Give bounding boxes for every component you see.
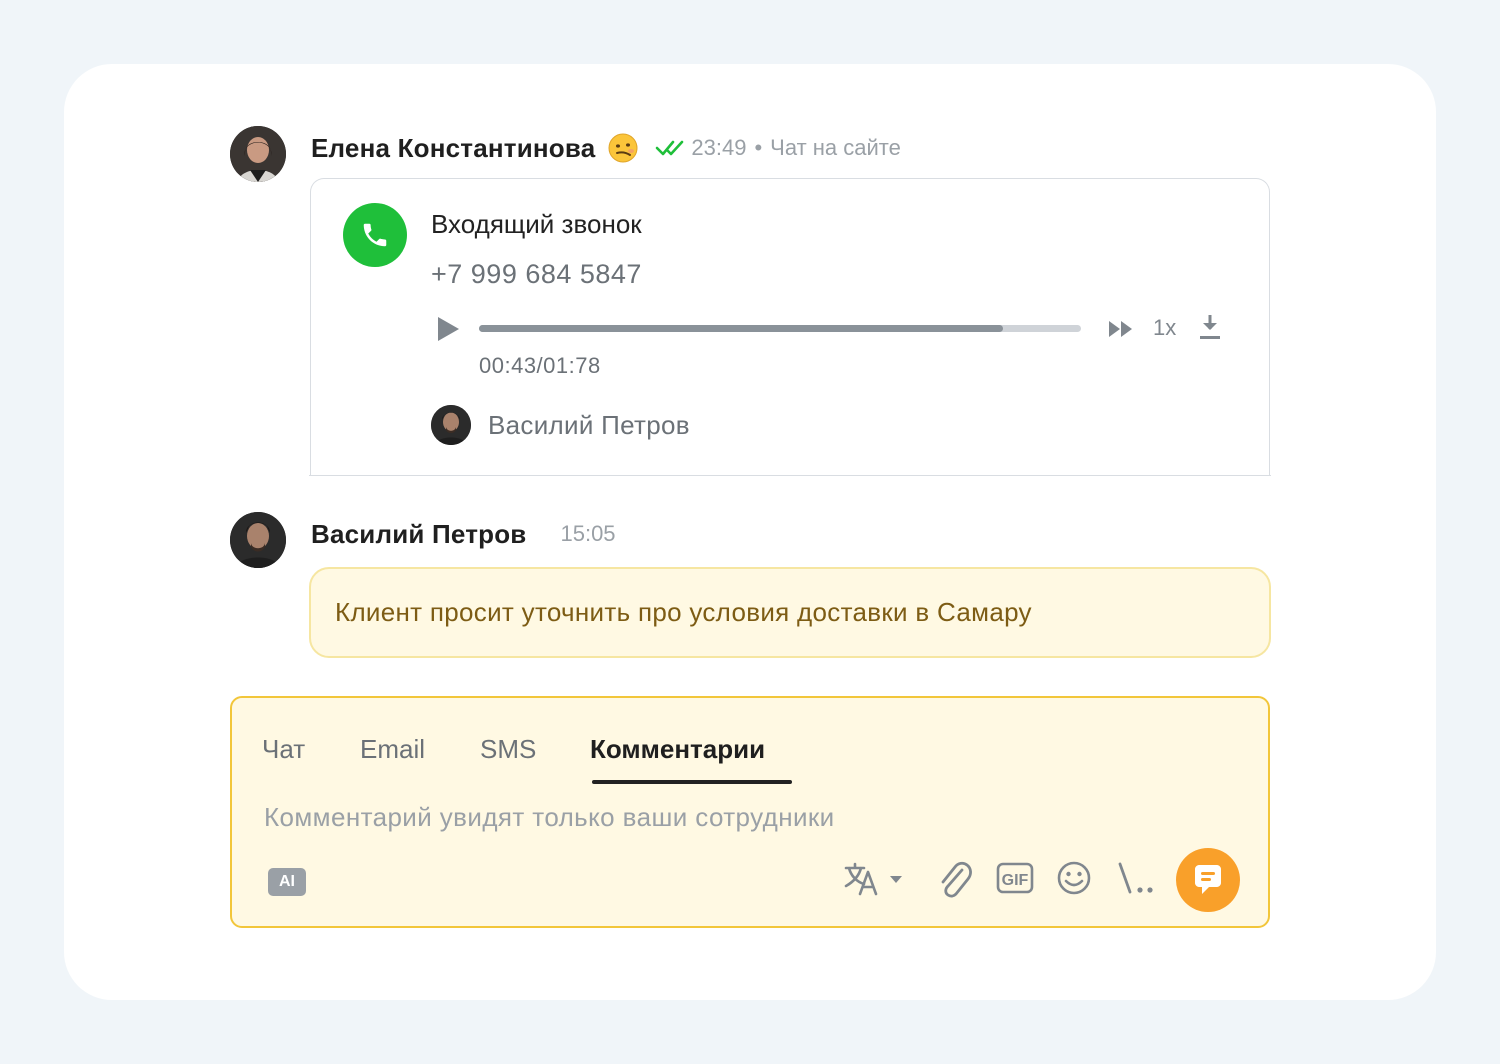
avatar-agent[interactable]	[431, 405, 471, 445]
audio-time: 00:43/01:78	[479, 353, 601, 378]
avatar-elena[interactable]	[230, 126, 286, 182]
audio-progress-bar[interactable]	[479, 325, 1081, 332]
comment-send-icon	[1195, 865, 1221, 894]
active-tab-indicator	[592, 780, 792, 784]
translate-icon[interactable]	[844, 860, 906, 898]
message-time: 15:05	[560, 521, 616, 546]
message-header: Елена Константинова 23:49 • Чат на сайте	[311, 130, 901, 166]
quick-reply-icon[interactable]	[1116, 860, 1156, 896]
incoming-call-card: Входящий звонок +7 999 684 5847 1x 00:43…	[309, 178, 1271, 476]
call-agent-name: Василий Петров	[488, 410, 690, 440]
comment-text: Клиент просит уточнить про условия доста…	[335, 597, 1032, 627]
avatar-vasily[interactable]	[230, 512, 286, 568]
tab-chat[interactable]: Чат	[262, 734, 305, 765]
author-name[interactable]: Василий Петров	[311, 519, 526, 550]
tab-comments[interactable]: Комментарии	[590, 734, 765, 765]
tab-email[interactable]: Email	[360, 734, 425, 765]
playback-speed-button[interactable]: 1x	[1153, 315, 1176, 341]
message-time: 23:49	[691, 135, 747, 160]
send-comment-button[interactable]	[1176, 848, 1240, 912]
fast-forward-icon[interactable]	[1108, 318, 1134, 340]
double-check-icon	[656, 140, 684, 156]
meta-separator: •	[754, 135, 763, 160]
ai-button[interactable]: AI	[268, 868, 306, 896]
message-composer: Чат Email SMS Комментарии Комментарий ув…	[230, 696, 1270, 928]
caller-phone-number[interactable]: +7 999 684 5847	[431, 259, 642, 290]
smirking-face-emoji-icon	[608, 133, 638, 163]
phone-icon	[343, 203, 407, 267]
call-title: Входящий звонок	[431, 209, 642, 239]
emoji-icon[interactable]	[1056, 860, 1092, 896]
attachment-icon[interactable]	[936, 860, 972, 898]
author-name[interactable]: Елена Константинова	[311, 133, 595, 164]
message-header: Василий Петров 15:05	[311, 516, 616, 552]
svg-text:GIF: GIF	[1002, 872, 1029, 889]
download-icon[interactable]	[1199, 313, 1221, 341]
comment-input[interactable]: Комментарий увидят только ваши сотрудник…	[264, 802, 835, 833]
message-channel: Чат на сайте	[770, 135, 901, 160]
internal-comment-bubble: Клиент просит уточнить про условия доста…	[309, 567, 1271, 658]
play-icon[interactable]	[435, 315, 461, 343]
audio-progress-fill	[479, 325, 1003, 332]
gif-icon[interactable]: GIF	[996, 860, 1034, 896]
tab-sms[interactable]: SMS	[480, 734, 536, 765]
